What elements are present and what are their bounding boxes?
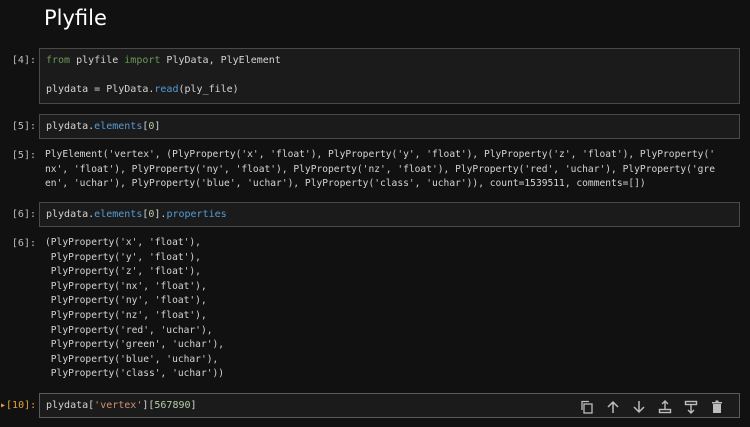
copy-cell-icon: [581, 400, 593, 414]
code-token: ].: [154, 209, 167, 220]
insert-above-icon: [658, 400, 672, 414]
active-code-cell[interactable]: plydata['vertex'][567890]: [39, 393, 740, 418]
code-editor[interactable]: from plyfile import PlyData, PlyElement …: [40, 49, 739, 103]
code-cell[interactable]: plydata.elements[0].properties: [39, 202, 740, 227]
code-token: elements: [94, 121, 143, 132]
code-token: ]: [154, 121, 161, 132]
scrollbar[interactable]: [746, 0, 750, 427]
move-down-button[interactable]: [629, 398, 649, 416]
copy-cell-button[interactable]: [577, 398, 597, 416]
code-token: plydata.: [46, 121, 95, 132]
insert-below-icon: [684, 400, 698, 414]
move-up-button[interactable]: [603, 398, 623, 416]
cell-output: PlyElement('vertex', (PlyProperty('x', '…: [45, 149, 716, 190]
input-prompt: [6]:: [11, 209, 36, 220]
code-token: ]: [190, 400, 197, 411]
code-token: elements: [94, 209, 143, 220]
insert-below-button[interactable]: [681, 398, 701, 416]
prompt-label: [10]:: [6, 400, 37, 411]
code-editor[interactable]: plydata.elements[0].properties: [40, 203, 739, 228]
delete-cell-icon: [712, 400, 722, 413]
move-up-icon: [607, 400, 619, 413]
insert-above-button[interactable]: [655, 398, 675, 416]
input-prompt: [5]:: [11, 121, 36, 132]
code-token: import: [124, 55, 161, 66]
code-token: (ply_file): [178, 84, 239, 96]
code-cell[interactable]: plydata.elements[0]: [39, 114, 740, 139]
output-prompt: [6]:: [11, 238, 36, 249]
code-cell[interactable]: from plyfile import PlyData, PlyElement …: [39, 48, 740, 104]
code-token: read: [154, 84, 179, 96]
input-prompt: [4]:: [11, 55, 36, 66]
code-token: ][: [142, 400, 155, 411]
code-editor[interactable]: plydata.elements[0]: [40, 115, 739, 140]
code-token: from: [46, 55, 71, 66]
code-token: 567890: [154, 400, 191, 411]
code-token: PlyData, PlyElement: [160, 55, 281, 66]
move-down-icon: [633, 401, 645, 414]
code-token: 'vertex': [94, 400, 143, 411]
code-token: plydata: [46, 84, 95, 96]
output-prompt: [5]:: [11, 150, 36, 161]
code-token: PlyData.: [100, 84, 155, 96]
code-token: plydata.: [46, 209, 95, 220]
input-prompt-active: ▸[10]:: [0, 400, 36, 411]
markdown-heading: Plyfile: [44, 6, 107, 30]
cell-toolbar: [577, 398, 727, 416]
code-token: properties: [166, 209, 227, 220]
code-token: plydata[: [46, 400, 95, 411]
code-token: plyfile: [70, 55, 125, 66]
cell-output: (PlyProperty('x', 'float'), PlyProperty(…: [45, 237, 225, 380]
delete-cell-button[interactable]: [707, 398, 727, 416]
